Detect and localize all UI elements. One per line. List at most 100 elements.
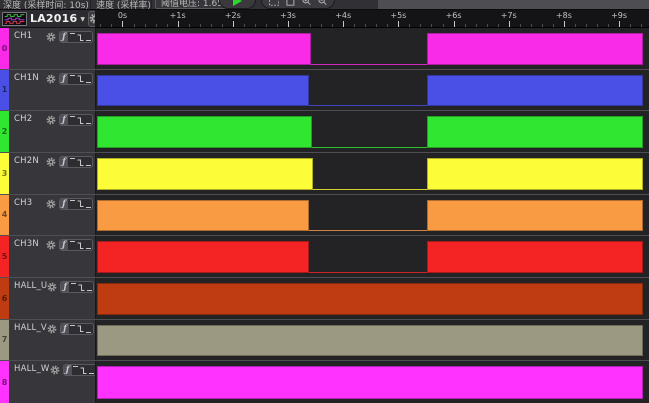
ruler-major-tick (288, 21, 289, 27)
trigger-options-group: ƒ (60, 281, 94, 293)
trigger-rising-edge-icon[interactable]: ƒ (60, 239, 68, 251)
trigger-rising-edge-icon[interactable]: ƒ (61, 323, 69, 335)
trigger-low-level-icon[interactable] (85, 323, 93, 335)
channel-settings-gear-icon[interactable] (46, 115, 56, 125)
trigger-rising-edge-icon[interactable]: ƒ (64, 364, 72, 376)
device-logo-waveform-icon (2, 12, 27, 26)
trigger-falling-edge-icon[interactable] (80, 364, 88, 376)
channel-settings-gear-icon[interactable] (46, 199, 56, 209)
channel-name: CH3 (14, 198, 32, 208)
trigger-options-group: ƒ (59, 156, 93, 168)
ruler-major-tick (564, 21, 565, 27)
channel-row: 2 CH2 ƒ (0, 111, 649, 153)
trigger-rising-edge-icon[interactable]: ƒ (60, 73, 68, 85)
trigger-high-level-icon[interactable] (68, 73, 76, 85)
trigger-high-level-icon[interactable] (69, 281, 77, 293)
ruler-minor-tick (332, 24, 333, 27)
trigger-rising-edge-icon[interactable]: ƒ (61, 281, 69, 293)
channel-settings-gear-icon[interactable] (50, 365, 60, 375)
trigger-falling-edge-icon[interactable] (76, 31, 84, 43)
zoom-out-icon[interactable] (318, 0, 327, 6)
trigger-high-level-icon[interactable] (69, 323, 77, 335)
trigger-falling-edge-icon[interactable] (77, 323, 85, 335)
ruler-minor-tick (189, 24, 190, 27)
start-capture-button[interactable] (219, 0, 256, 9)
ruler-minor-tick (597, 24, 598, 27)
trigger-high-level-icon[interactable] (68, 198, 76, 210)
ruler-minor-tick (167, 24, 168, 27)
trigger-high-level-icon[interactable] (68, 156, 76, 168)
channel-waveform[interactable] (95, 320, 649, 361)
channel-number: 3 (2, 169, 8, 178)
channel-waveform[interactable] (95, 236, 649, 277)
trigger-low-level-icon[interactable] (84, 239, 92, 251)
trigger-falling-edge-icon[interactable] (76, 198, 84, 210)
channel-waveform[interactable] (95, 195, 649, 236)
trigger-low-level-icon[interactable] (84, 198, 92, 210)
channel-waveform[interactable] (95, 361, 649, 403)
trigger-low-level-icon[interactable] (85, 281, 93, 293)
waveform-high-block (97, 158, 313, 190)
trigger-rising-edge-icon[interactable]: ƒ (60, 31, 68, 43)
trigger-rising-edge-icon[interactable]: ƒ (60, 198, 68, 210)
ruler-minor-tick (134, 24, 135, 27)
zoom-in-icon[interactable] (302, 0, 311, 6)
trigger-low-level-icon[interactable] (84, 73, 92, 85)
ruler-tick-label: +9s (611, 11, 627, 20)
channel-settings-gear-icon[interactable] (47, 282, 57, 292)
trigger-falling-edge-icon[interactable] (77, 281, 85, 293)
ruler-minor-tick (387, 24, 388, 27)
channel-waveform[interactable] (95, 111, 649, 152)
trigger-high-level-icon[interactable] (68, 31, 76, 43)
ruler-minor-tick (575, 24, 576, 27)
ruler-tick-label: +1s (170, 11, 186, 20)
channel-settings-gear-icon[interactable] (47, 324, 57, 334)
trigger-falling-edge-icon[interactable] (76, 239, 84, 251)
ruler-minor-tick (476, 24, 477, 27)
channel-waveform[interactable] (95, 278, 649, 319)
waveform-high-block (427, 158, 643, 190)
device-dropdown-caret-icon[interactable]: ▼ (80, 16, 85, 23)
channel-label-panel: 2 CH2 ƒ (0, 111, 95, 152)
marquee-select-icon[interactable] (269, 0, 279, 6)
toolbar-divider (151, 0, 152, 10)
waveform-high-block (427, 200, 643, 232)
channel-row: 1 CH1N ƒ (0, 70, 649, 112)
ruler-minor-tick (409, 24, 410, 27)
channel-waveform[interactable] (95, 28, 649, 69)
channel-settings-gear-icon[interactable] (46, 157, 56, 167)
trigger-falling-edge-icon[interactable] (76, 156, 84, 168)
trigger-rising-edge-icon[interactable]: ƒ (60, 114, 68, 126)
trigger-high-level-icon[interactable] (68, 239, 76, 251)
channel-settings-gear-icon[interactable] (46, 32, 56, 42)
channel-color-strip: 3 (0, 153, 9, 194)
channel-settings-gear-icon[interactable] (46, 74, 56, 84)
trigger-low-level-icon[interactable] (84, 156, 92, 168)
waveform-high-block (427, 75, 643, 107)
channel-number: 1 (2, 85, 8, 94)
trigger-low-level-icon[interactable] (84, 114, 92, 126)
trigger-rising-edge-icon[interactable]: ƒ (60, 156, 68, 168)
trigger-low-level-icon[interactable] (84, 31, 92, 43)
trigger-falling-edge-icon[interactable] (76, 73, 84, 85)
trigger-falling-edge-icon[interactable] (76, 114, 84, 126)
toolbar-right-panel (378, 0, 649, 10)
ruler-tick-label: +4s (335, 11, 351, 20)
fit-document-icon[interactable] (286, 0, 294, 6)
channel-waveform[interactable] (95, 70, 649, 111)
timeline-ruler[interactable]: 0s+1s+2s+3s+4s+5s+6s+7s+8s+9s (95, 10, 649, 28)
ruler-major-tick (619, 21, 620, 27)
channel-rows: 0 CH1 ƒ (0, 28, 649, 403)
waveform-low-line (312, 147, 427, 148)
trigger-options-group: ƒ (60, 323, 94, 335)
trigger-high-level-icon[interactable] (72, 364, 80, 376)
device-name[interactable]: LA2016 (30, 12, 77, 25)
channel-settings-gear-icon[interactable] (46, 240, 56, 250)
waveform-high-block (97, 366, 643, 399)
waveform-high-block (427, 241, 643, 273)
waveform-low-line (313, 189, 427, 190)
waveform-high-block (427, 116, 643, 148)
ruler-minor-tick (586, 24, 587, 27)
channel-waveform[interactable] (95, 153, 649, 194)
trigger-high-level-icon[interactable] (68, 114, 76, 126)
